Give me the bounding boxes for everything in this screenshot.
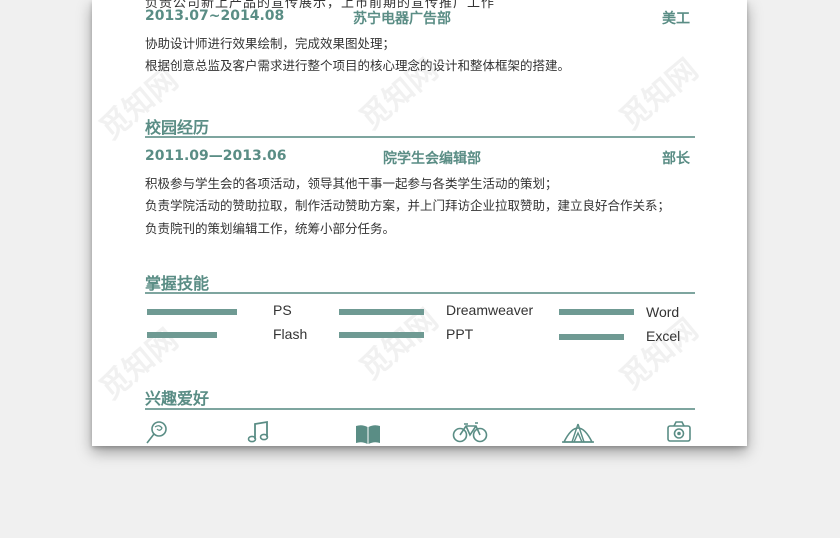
- section-divider: [145, 136, 695, 138]
- skill-bar-excel: [559, 334, 624, 340]
- skill-label-flash: Flash: [273, 326, 308, 342]
- skill-label-ps: PS: [273, 302, 292, 318]
- campus-role: 部长: [662, 151, 690, 167]
- section-title-hobbies: 兴趣爱好: [145, 389, 210, 408]
- skill-label-dreamweaver: Dreamweaver: [446, 302, 534, 318]
- work-org: 苏宁电器广告部: [353, 11, 451, 27]
- section-title-campus: 校园经历: [145, 118, 210, 137]
- campus-date: 2011.09—2013.06: [145, 148, 287, 164]
- skill-bar-word: [559, 309, 634, 315]
- tent-icon: [562, 420, 594, 444]
- skill-bar-flash: [147, 332, 217, 338]
- music-note-icon: [246, 420, 272, 444]
- bicycle-icon: [452, 420, 488, 444]
- work-date: 2013.07~2014.08: [145, 8, 285, 24]
- skill-bar-ps: [147, 309, 237, 315]
- book-icon: [355, 422, 381, 446]
- section-divider: [145, 408, 695, 410]
- section-divider: [145, 292, 695, 294]
- skill-label-excel: Excel: [646, 328, 681, 344]
- campus-desc-2: 负责学院活动的赞助拉取，制作活动赞助方案，并上门拜访企业拉取赞助，建立良好合作关…: [145, 198, 671, 213]
- camera-icon: [666, 420, 692, 444]
- campus-desc-3: 负责院刊的策划编辑工作，统筹小部分任务。: [145, 221, 396, 236]
- work-desc-2: 根据创意总监及客户需求进行整个项目的核心理念的设计和整体框架的搭建。: [145, 58, 571, 73]
- skill-bar-ppt: [339, 332, 424, 338]
- work-role: 美工: [662, 11, 690, 27]
- skill-label-ppt: PPT: [446, 326, 474, 342]
- campus-desc-1: 积极参与学生会的各项活动，领导其他干事一起参与各类学生活动的策划；: [145, 176, 558, 191]
- lollipop-icon: [145, 420, 171, 444]
- resume-page: 觅知网 觅知网 觅知网 觅知网 觅知网 觅知网 负责公司新上产品的宣传展示，上市…: [92, 0, 747, 446]
- work-entry-header: 2013.07~2014.08 苏宁电器广告部 美工: [145, 8, 690, 28]
- campus-entry-header: 2011.09—2013.06 院学生会编辑部 部长: [145, 148, 690, 168]
- skill-label-word: Word: [646, 304, 680, 320]
- campus-org: 院学生会编辑部: [383, 151, 481, 167]
- work-desc-1: 协助设计师进行效果绘制，完成效果图处理；: [145, 36, 396, 51]
- watermark: 觅知网: [613, 52, 705, 138]
- section-title-skills: 掌握技能: [145, 274, 210, 293]
- skill-bar-dreamweaver: [339, 309, 424, 315]
